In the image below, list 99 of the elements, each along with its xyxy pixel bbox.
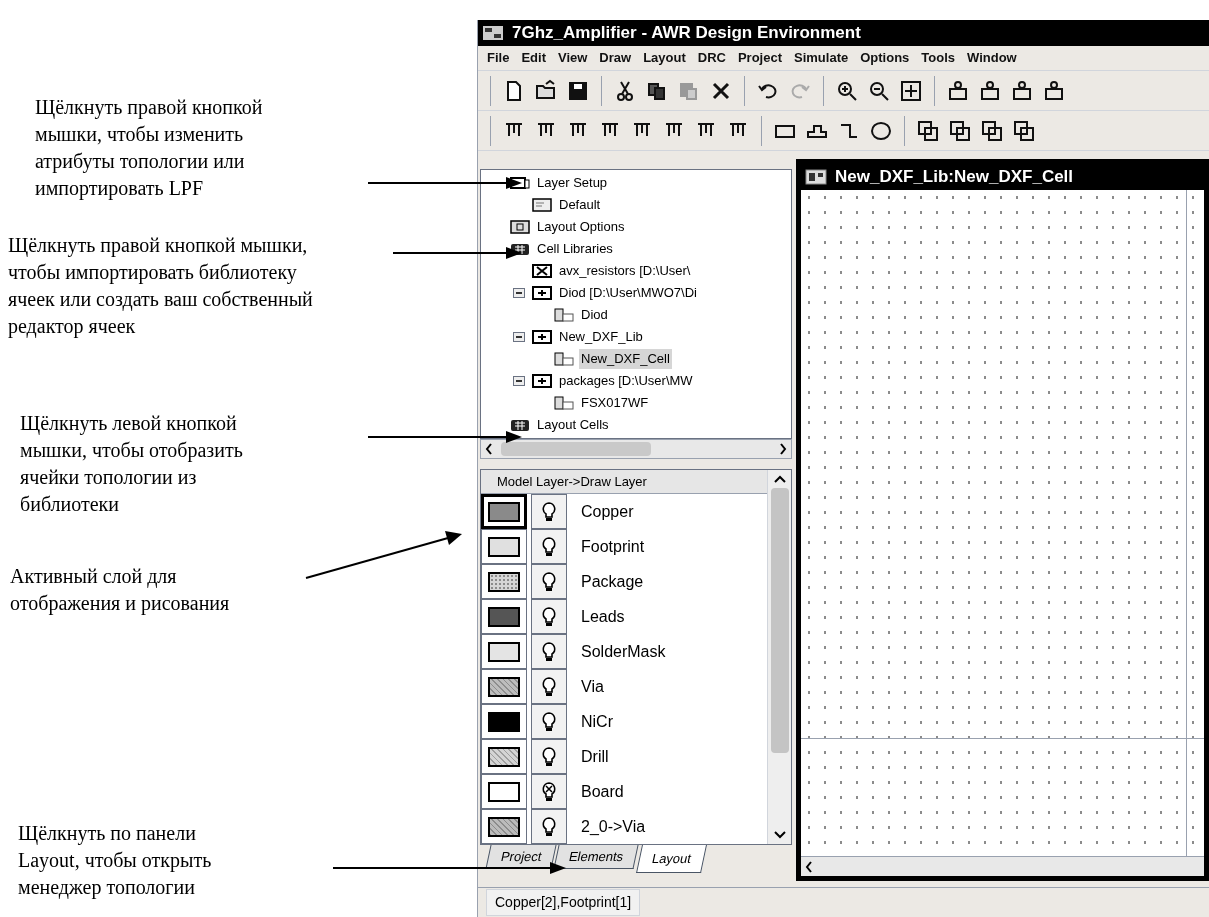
collapse-icon[interactable] (513, 376, 525, 386)
visibility-toggle[interactable] (531, 669, 567, 704)
tree-item[interactable]: New_DXF_Cell (579, 349, 672, 369)
tree-item[interactable]: Layout Options (535, 217, 627, 237)
light-bulb-icon (541, 640, 557, 663)
tree-item[interactable]: Cell Libraries (535, 239, 615, 259)
light-bulb-icon (541, 675, 557, 698)
layer-name: Package (580, 571, 644, 592)
annotation-text: Щёлкнуть правой кнопкой мышки, чтобы импортировать библиотеку ячеек или создать ваш собственный редактор ячеек (8, 233, 314, 340)
menu-item[interactable]: View (552, 48, 593, 68)
tree-item[interactable]: New_DXF_Lib (557, 327, 645, 347)
layer-name: Footprint (580, 536, 645, 557)
menu-item[interactable]: File (482, 48, 515, 68)
annotation-text: Щёлкнуть левой кнопкой мышки, чтобы отобразить ячейки топологии из библиотеки (20, 411, 244, 517)
scroll-left-icon[interactable] (485, 443, 493, 455)
light-bulb-icon (541, 710, 557, 733)
options-icon (509, 219, 531, 235)
scrollbar-thumb[interactable] (501, 442, 651, 456)
plus-box-icon (531, 373, 553, 389)
visibility-toggle[interactable] (531, 774, 567, 809)
overlap-squares-icon (1012, 118, 1036, 143)
overlap-squares-icon (948, 118, 972, 143)
tree-item[interactable]: avx_resistors [D:\User\ (557, 261, 693, 281)
tree-item[interactable]: Diod [D:\User\MWO7\Di (557, 283, 699, 303)
tree-item[interactable]: Layer Setup (535, 173, 610, 193)
visibility-toggle[interactable] (531, 564, 567, 599)
tree-item[interactable]: FSX017WF (579, 393, 651, 413)
tab[interactable]: Project (485, 845, 557, 869)
tree-item[interactable]: Layout Cells (535, 415, 611, 435)
light-bulb-icon (541, 815, 557, 838)
layer-name: Leads (580, 606, 625, 627)
layer-name: Copper (580, 501, 634, 522)
layer-name: Drill (580, 746, 609, 767)
plus-box-icon (531, 285, 553, 301)
collapse-icon[interactable] (513, 332, 525, 342)
status-bar: Copper[2],Footprint[1] (486, 889, 641, 916)
library-icon (509, 417, 531, 433)
light-bulb-icon (541, 500, 557, 523)
layer-name: Board (580, 781, 624, 802)
tree-item[interactable]: Default (557, 195, 603, 215)
menu-item[interactable]: Options (855, 48, 915, 68)
visibility-toggle[interactable] (531, 809, 567, 844)
tab[interactable]: Elements (553, 845, 640, 869)
visibility-toggle[interactable] (531, 599, 567, 634)
visibility-toggle[interactable] (531, 704, 567, 739)
layer-name: NiCr (580, 711, 613, 732)
annotation-text: Активный слой для отображения и рисования (10, 564, 231, 617)
layer-swatch[interactable] (481, 669, 527, 704)
crossed-box-icon (531, 263, 553, 279)
annotation-text: Щёлкнуть по панели Layout, чтобы открыть менеджер топологии (18, 821, 213, 901)
layer-swatch[interactable] (481, 809, 527, 844)
menu-item[interactable]: DRC (692, 48, 731, 68)
layer-name: SolderMask (580, 641, 666, 662)
scroll-right-icon[interactable] (779, 443, 787, 455)
annotation-text: Щёлкнуть правой кнопкой мышки, чтобы изменить атрибуты топологии или импортировать LPF (35, 95, 264, 202)
menu-item[interactable]: Simulate (789, 48, 854, 68)
light-bulb-icon (541, 535, 557, 558)
document-title: New_DXF_Lib:New_DXF_Cell (835, 166, 1074, 189)
scrollbar-thumb[interactable] (770, 488, 789, 753)
collapse-icon[interactable] (513, 288, 525, 298)
layer-swatch[interactable] (481, 494, 527, 529)
crossed-bulb-icon (541, 780, 557, 803)
layer-swatch[interactable] (481, 634, 527, 669)
visibility-toggle[interactable] (531, 739, 567, 774)
layer-swatch[interactable] (481, 774, 527, 809)
menu-item[interactable]: Window (962, 48, 1022, 68)
layer-swatch[interactable] (481, 739, 527, 774)
tree-item[interactable]: Diod (579, 305, 610, 325)
tree-item[interactable]: packages [D:\User\MW (557, 371, 695, 391)
menu-item[interactable]: Draw (594, 48, 637, 68)
layer-name: Via (580, 676, 604, 697)
tab[interactable]: Layout (635, 845, 707, 873)
layout-window-icon (805, 169, 827, 185)
window-title: 7Ghz_Amplifier - AWR Design Environment (512, 22, 861, 45)
app-icon (482, 25, 504, 41)
visibility-toggle[interactable] (531, 529, 567, 564)
overlap-squares-icon (980, 118, 1004, 143)
overlap-squares-icon (916, 118, 940, 143)
menu-item[interactable]: Project (732, 48, 788, 68)
light-bulb-icon (541, 605, 557, 628)
layer-swatch[interactable] (481, 564, 527, 599)
menu-item[interactable]: Layout (638, 48, 691, 68)
layer-swatch[interactable] (481, 599, 527, 634)
visibility-toggle[interactable] (531, 634, 567, 669)
panel-header: Model Layer->Draw Layer (481, 470, 767, 494)
layer-swatch[interactable] (481, 529, 527, 564)
visibility-toggle[interactable] (531, 494, 567, 529)
menu-item[interactable]: Edit (516, 48, 551, 68)
menu-item[interactable]: Tools (916, 48, 961, 68)
light-bulb-icon (541, 570, 557, 593)
scroll-down-icon[interactable] (772, 830, 787, 840)
zoom-fit-icon (899, 78, 923, 103)
document-icon (531, 197, 553, 213)
layer-swatch[interactable] (481, 704, 527, 739)
plus-box-icon (531, 329, 553, 345)
scroll-up-icon[interactable] (772, 474, 787, 484)
scroll-left-icon[interactable] (805, 860, 813, 873)
layer-name: 2_0->Via (580, 816, 646, 837)
light-bulb-icon (541, 745, 557, 768)
